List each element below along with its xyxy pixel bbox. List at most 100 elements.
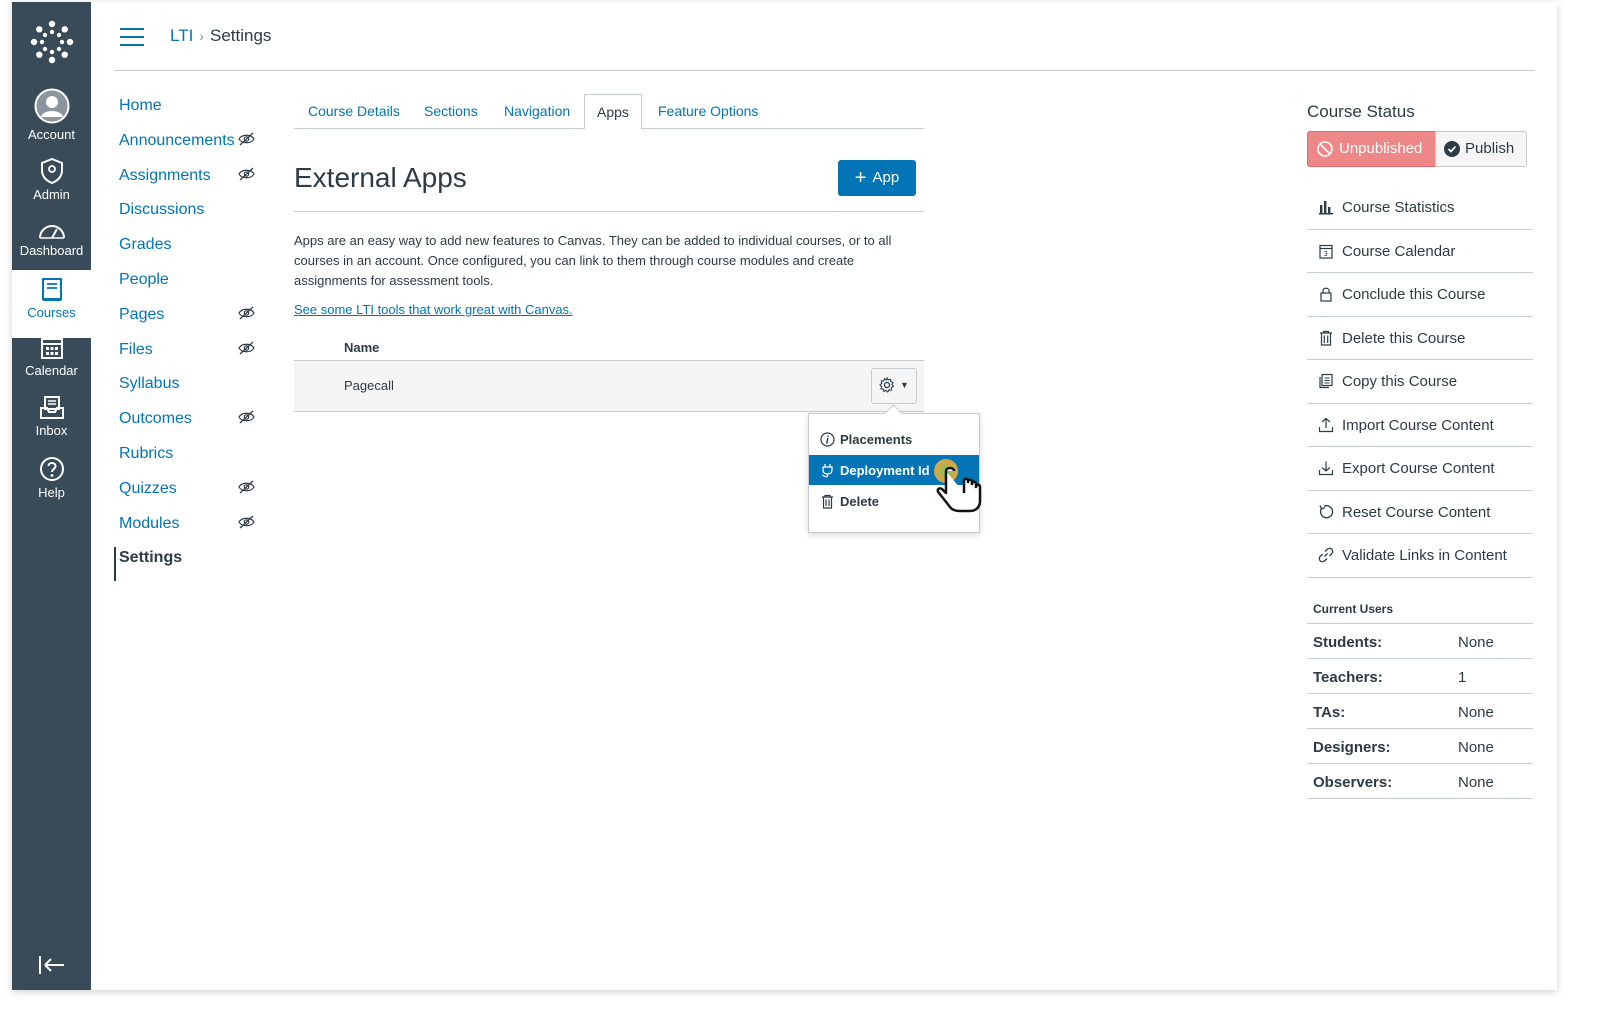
course-nav: Home Announcements Assignments Discussio… — [114, 97, 274, 582]
import-content-button[interactable]: Import Course Content — [1307, 404, 1533, 447]
global-nav-admin[interactable]: Admin — [12, 158, 91, 202]
reset-icon — [1319, 504, 1334, 518]
course-nav-pages[interactable]: Pages — [114, 306, 274, 341]
current-users-list: Students: None Teachers: 1 TAs: None Design… — [1307, 624, 1533, 799]
courses-book-icon — [41, 278, 62, 301]
publish-button[interactable]: Publish — [1435, 131, 1527, 167]
conclude-course-button[interactable]: Conclude this Course — [1307, 273, 1533, 317]
user-role: TAs: — [1313, 704, 1346, 721]
global-nav-calendar[interactable]: Calendar — [12, 336, 91, 378]
menu-item-label: Placements — [840, 432, 913, 447]
app-settings-button[interactable]: ▼ — [871, 368, 917, 404]
course-status-title: Course Status — [1307, 102, 1415, 121]
course-nav-modules[interactable]: Modules — [114, 515, 274, 550]
tab-sections[interactable]: Sections — [424, 94, 478, 128]
lti-tools-link[interactable]: See some LTI tools that work great with … — [294, 302, 573, 317]
global-nav-label: Dashboard — [19, 243, 84, 258]
apps-description: Apps are an easy way to add new features… — [294, 233, 892, 288]
course-nav-outcomes[interactable]: Outcomes — [114, 410, 274, 445]
validate-links-button[interactable]: Validate Links in Content — [1307, 534, 1533, 578]
global-nav-dashboard[interactable]: Dashboard — [12, 222, 91, 258]
course-nav-label: Syllabus — [119, 375, 180, 393]
copy-icon — [1319, 373, 1333, 389]
tab-apps[interactable]: Apps — [584, 94, 642, 130]
course-nav-announcements[interactable]: Announcements — [114, 132, 274, 167]
copy-course-button[interactable]: Copy this Course — [1307, 360, 1533, 404]
check-circle-icon — [1444, 141, 1460, 157]
user-count: None — [1458, 739, 1494, 756]
user-role: Students: — [1313, 634, 1383, 651]
column-header-name: Name — [344, 340, 380, 355]
hidden-eye-icon — [238, 306, 255, 320]
global-nav-help[interactable]: Help — [12, 456, 91, 500]
course-nav-label: Announcements — [119, 131, 235, 149]
action-label: Reset Course Content — [1342, 503, 1491, 521]
global-nav-courses[interactable]: Courses — [12, 270, 91, 338]
course-nav-people[interactable]: People — [114, 271, 274, 306]
course-nav-settings[interactable]: Settings — [114, 547, 274, 582]
apps-table-header: Name — [294, 338, 924, 362]
dashboard-gauge-icon — [38, 225, 65, 239]
global-nav-label: Admin — [33, 187, 70, 202]
unpublished-label: Unpublished — [1339, 140, 1423, 157]
app-name: Pagecall — [344, 378, 394, 393]
course-nav-syllabus[interactable]: Syllabus — [114, 375, 274, 410]
course-nav-discussions[interactable]: Discussions — [114, 201, 274, 236]
download-icon — [1318, 461, 1334, 476]
action-label: Course Calendar — [1342, 242, 1456, 260]
course-nav-label: Home — [119, 97, 162, 114]
reset-content-button[interactable]: Reset Course Content — [1307, 491, 1533, 534]
svg-text:3: 3 — [1324, 250, 1328, 258]
global-nav-inbox[interactable]: Inbox — [12, 396, 91, 438]
menu-item-placements[interactable]: Placements — [809, 424, 979, 454]
trash-icon — [1320, 330, 1332, 346]
course-statistics-button[interactable]: Course Statistics — [1307, 186, 1533, 230]
tab-navigation[interactable]: Navigation — [504, 94, 570, 128]
global-nav-label: Account — [28, 127, 75, 142]
user-role: Teachers: — [1313, 669, 1383, 686]
collapse-nav-icon[interactable] — [38, 954, 66, 976]
user-count: 1 — [1458, 669, 1467, 686]
account-icon — [34, 88, 69, 124]
app-window: Account Admin Dashboard Courses Calendar… — [12, 2, 1557, 990]
global-nav-account[interactable]: Account — [12, 88, 91, 142]
course-nav-label: Discussions — [119, 201, 205, 219]
user-role: Designers: — [1313, 739, 1391, 756]
add-app-label: App — [872, 169, 900, 186]
link-icon — [1318, 547, 1334, 563]
course-nav-quizzes[interactable]: Quizzes — [114, 480, 274, 515]
action-label: Export Course Content — [1342, 460, 1495, 477]
table-row: Pagecall ▼ — [294, 361, 924, 412]
breadcrumb-current: Settings — [209, 26, 272, 45]
menu-item-label: Deployment Id — [840, 463, 930, 478]
hamburger-menu-icon[interactable] — [120, 28, 144, 52]
course-nav-label: Assignments — [119, 166, 211, 184]
unpublished-button[interactable]: Unpublished — [1307, 131, 1436, 167]
course-nav-grades[interactable]: Grades — [114, 236, 274, 271]
tab-feature-options[interactable]: Feature Options — [658, 94, 758, 128]
list-item: Students: None — [1307, 624, 1533, 659]
publish-label: Publish — [1465, 140, 1515, 157]
breadcrumb: LTI › Settings — [170, 26, 271, 46]
canvas-logo-icon[interactable] — [30, 20, 74, 64]
breadcrumb-course-link[interactable]: LTI — [170, 26, 193, 45]
course-nav-files[interactable]: Files — [114, 341, 274, 376]
hand-cursor-icon — [934, 459, 982, 513]
divider — [294, 211, 924, 212]
list-item: TAs: None — [1307, 694, 1533, 729]
calendar-icon — [40, 338, 63, 359]
user-count: None — [1458, 704, 1494, 721]
hidden-eye-icon — [238, 132, 255, 146]
delete-course-button[interactable]: Delete this Course — [1307, 317, 1533, 360]
user-count: None — [1458, 774, 1494, 791]
course-nav-rubrics[interactable]: Rubrics — [114, 445, 274, 480]
export-content-button[interactable]: Export Course Content — [1307, 447, 1533, 491]
tab-course-details[interactable]: Course Details — [308, 94, 400, 128]
course-nav-home[interactable]: Home — [114, 97, 274, 132]
user-role: Observers: — [1313, 774, 1393, 791]
add-app-button[interactable]: + App — [838, 160, 916, 196]
hidden-eye-icon — [238, 341, 255, 355]
course-calendar-button[interactable]: 3 Course Calendar — [1307, 230, 1533, 273]
menu-item-label: Delete — [840, 494, 880, 509]
course-nav-assignments[interactable]: Assignments — [114, 167, 274, 202]
